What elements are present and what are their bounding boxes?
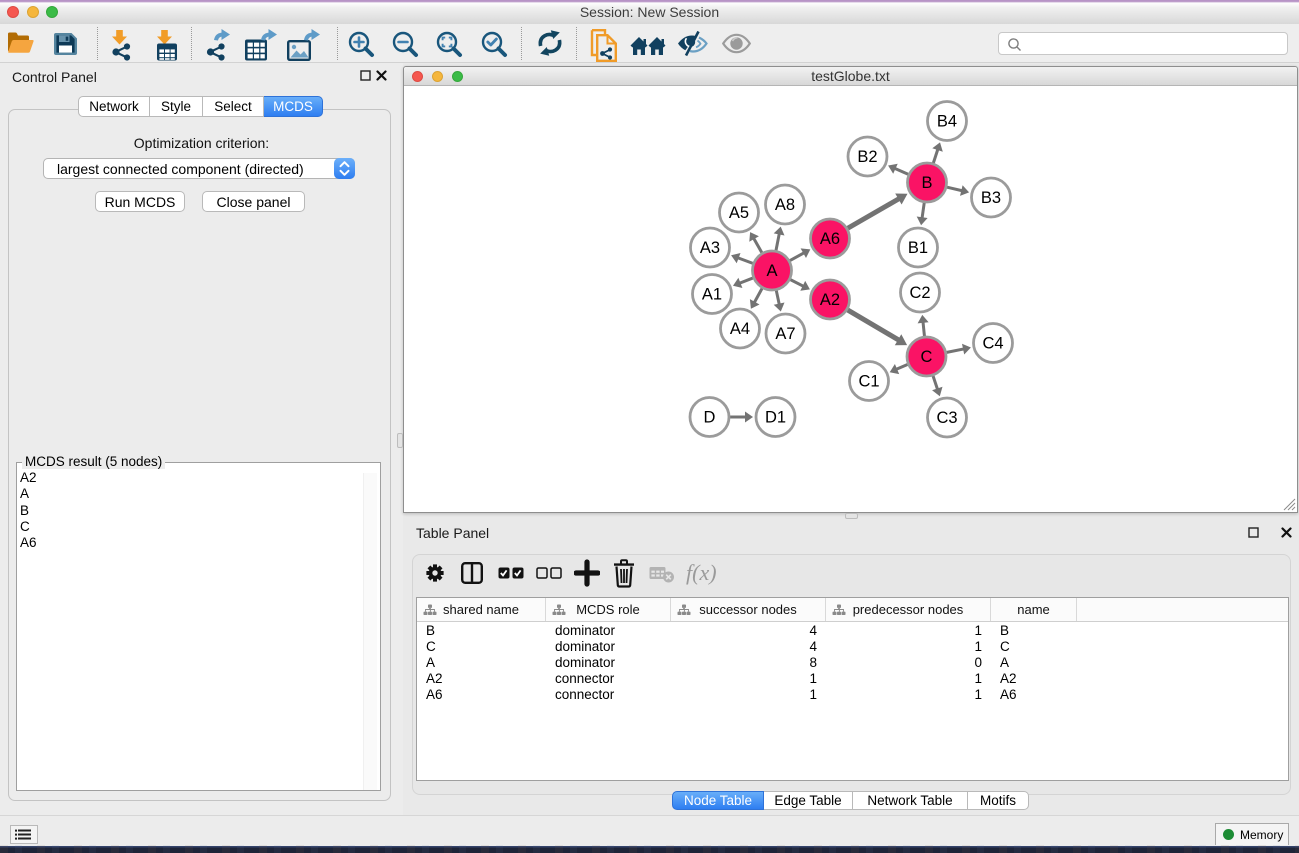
svg-text:A4: A4 — [730, 320, 750, 338]
svg-text:D: D — [704, 409, 716, 427]
svg-text:A6: A6 — [820, 230, 840, 248]
svg-text:B3: B3 — [981, 189, 1001, 207]
svg-text:B2: B2 — [857, 148, 877, 166]
svg-text:D1: D1 — [765, 409, 786, 427]
svg-text:A8: A8 — [775, 196, 795, 214]
svg-text:C1: C1 — [858, 373, 879, 391]
svg-text:A7: A7 — [775, 325, 795, 343]
svg-text:B4: B4 — [937, 113, 957, 131]
svg-text:B1: B1 — [908, 239, 928, 257]
svg-text:A1: A1 — [702, 286, 722, 304]
svg-text:C: C — [921, 348, 933, 366]
svg-text:C4: C4 — [982, 335, 1003, 353]
svg-text:C2: C2 — [909, 284, 930, 302]
svg-text:A2: A2 — [820, 291, 840, 309]
svg-text:B: B — [921, 174, 932, 192]
svg-text:A5: A5 — [729, 204, 749, 222]
svg-text:C3: C3 — [936, 409, 957, 427]
svg-text:A3: A3 — [700, 239, 720, 257]
svg-text:A: A — [766, 262, 777, 280]
